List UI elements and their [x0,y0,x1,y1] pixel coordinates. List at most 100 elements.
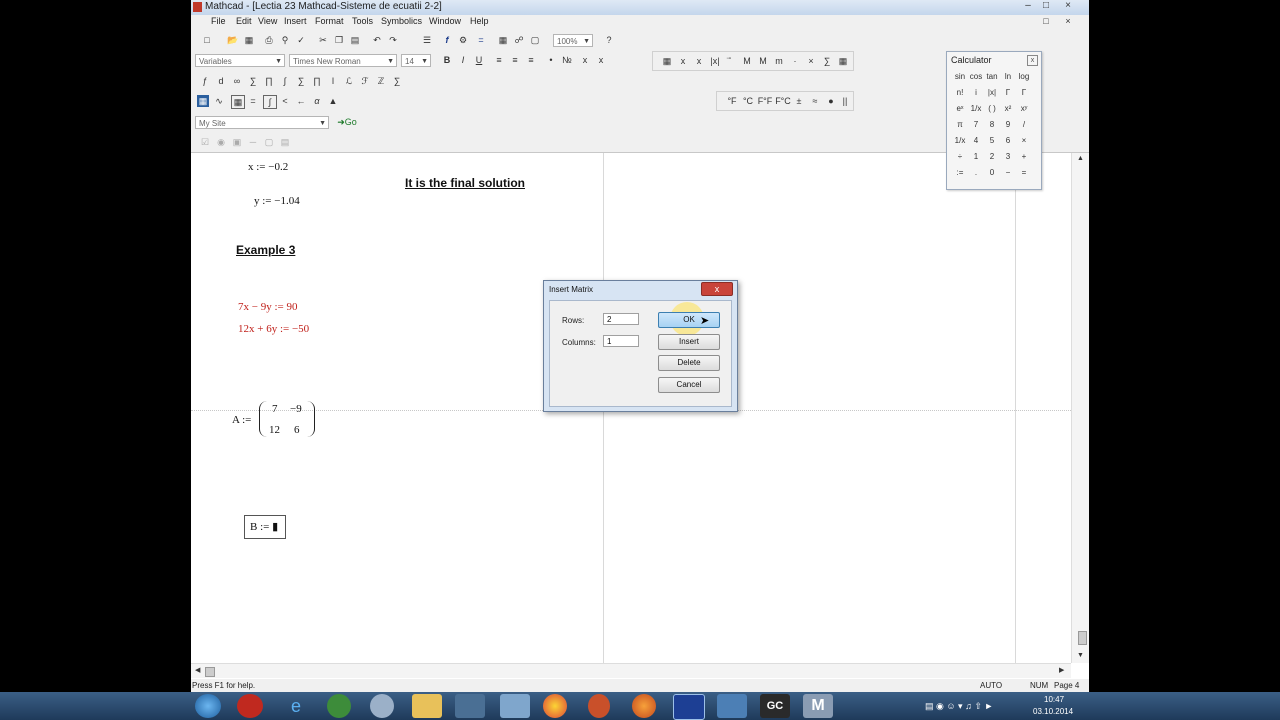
menu-edit[interactable]: Edit [236,16,252,26]
save-icon[interactable]: ▦ [243,34,255,46]
scroll-thumb[interactable] [1078,631,1087,645]
x-assignment[interactable]: x := −0.2 [248,161,288,173]
numbering-icon[interactable]: № [561,54,573,66]
internet-explorer-icon[interactable]: e [281,694,311,718]
firefox-icon[interactable] [632,694,656,718]
integral-icon[interactable]: ∫ [279,75,291,87]
scroll-left-icon[interactable]: ◀ [195,666,200,674]
resources-combo[interactable]: My Site ▼ [195,116,329,129]
utorrent-icon[interactable] [327,694,351,718]
calculator-key[interactable]: ( ) [984,102,1000,116]
maximize-button[interactable]: □ [1037,0,1055,12]
calculator-key[interactable]: eˣ [952,102,968,116]
menu-tools[interactable]: Tools [352,16,373,26]
calculator-key[interactable]: 5 [984,134,1000,148]
unit-delta-F[interactable]: F°F [757,95,773,107]
calculator-key[interactable]: Γ [1016,86,1032,100]
evaluation-palette-icon[interactable]: = [247,95,259,107]
menu-symbolics[interactable]: Symbolics [381,16,422,26]
minimize-button[interactable]: – [1019,0,1037,12]
calculator-key[interactable]: := [952,166,968,180]
approx-button[interactable]: ≈ [809,95,821,107]
zoom-combo[interactable]: 100% ▼ [553,34,593,47]
unit-delta-C[interactable]: F°C [775,95,791,107]
help-icon[interactable]: ? [603,34,615,46]
equation-2[interactable]: 12x + 6y := −50 [238,323,309,335]
button-control-icon[interactable]: ▣ [231,136,243,148]
calculator-key[interactable]: n! [952,86,968,100]
unit-degC[interactable]: °C [741,95,755,107]
transpose-icon[interactable]: M [757,55,769,67]
textbox-control-icon[interactable]: ▢ [263,136,275,148]
scroll-down-icon[interactable]: ▼ [1077,652,1084,659]
print-preview-icon[interactable]: ⚲ [279,34,291,46]
doc-close-button[interactable]: × [1059,16,1077,28]
calculator-key[interactable]: ln [1000,70,1016,84]
align-right-icon[interactable]: ≡ [525,54,537,66]
menu-window[interactable]: Window [429,16,461,26]
style-combo[interactable]: Variables ▼ [195,54,285,67]
close-window-button[interactable]: × [1059,0,1077,12]
app-icon-blue[interactable] [673,694,705,720]
calculator-key[interactable]: Γ [1000,86,1016,100]
cross-product-icon[interactable]: × [805,55,817,67]
start-button-icon[interactable] [195,694,221,718]
graph-palette-icon[interactable]: ∿ [213,95,225,107]
derivative-icon[interactable]: d [215,75,227,87]
sum-range-icon[interactable]: ∑ [295,75,307,87]
symbolic-palette-icon[interactable]: ▲ [327,95,339,107]
insert-region-icon[interactable]: ▢ [529,34,541,46]
open-icon[interactable]: 📂 [227,34,239,46]
network-app-icon[interactable] [370,694,394,718]
insert-hyperlink-icon[interactable]: ☍ [513,34,525,46]
matrix-A-label[interactable]: A := [232,414,251,426]
inverse-icon[interactable]: x [693,55,705,67]
unit-degF[interactable]: °F [725,95,739,107]
redo-icon[interactable]: ↷ [387,34,399,46]
app-icon-red[interactable] [588,694,610,718]
copy-icon[interactable]: ❐ [333,34,345,46]
matrix-A[interactable]: 7 −9 12 6 [259,401,315,437]
underline-button[interactable]: U [473,54,485,66]
calculator-key[interactable]: |x| [984,86,1000,100]
menu-help[interactable]: Help [470,16,489,26]
equation-1[interactable]: 7x − 9y := 90 [238,301,297,313]
insert-unit-icon[interactable]: ⚙ [457,34,469,46]
opera-icon[interactable] [237,694,263,718]
calculator-key[interactable]: + [1016,150,1032,164]
insert-component-icon[interactable]: ▦ [497,34,509,46]
columns-input[interactable]: 1 [603,335,639,347]
doc-restore-button[interactable]: □ [1037,16,1055,28]
calculator-key[interactable]: 3 [1000,150,1016,164]
menu-view[interactable]: View [258,16,277,26]
fourier-icon[interactable]: ℱ [359,75,371,87]
spellcheck-icon[interactable]: ✓ [295,34,307,46]
menu-format[interactable]: Format [315,16,344,26]
scroll-up-icon[interactable]: ▲ [1077,155,1084,162]
cancel-button[interactable]: Cancel [658,377,720,393]
delete-button[interactable]: Delete [658,355,720,371]
calculator-key[interactable]: xʸ [1016,102,1032,116]
menu-file[interactable]: File [211,16,226,26]
greek-palette-icon[interactable]: α [311,95,323,107]
calculator-key[interactable]: sin [952,70,968,84]
calculator-app-icon[interactable] [717,694,747,718]
subscript-index-icon[interactable]: x [677,55,689,67]
vertical-scrollbar[interactable]: ▲ ▼ [1071,153,1089,663]
laplace-icon[interactable]: ℒ [343,75,355,87]
column-icon[interactable]: M [741,55,753,67]
range-icon[interactable]: m [773,55,785,67]
bullets-icon[interactable]: • [545,54,557,66]
mathcad-taskbar-icon[interactable]: M [803,694,833,718]
gc-app-icon[interactable]: GC [760,694,790,718]
go-button[interactable]: ➜Go [335,116,359,128]
vector-sum-palette-icon[interactable]: ∑ [821,55,833,67]
italic-button[interactable]: I [457,54,469,66]
vector-sum-icon[interactable]: ∑ [391,75,403,87]
listbox-control-icon[interactable]: ▤ [279,136,291,148]
calculator-key[interactable]: i [968,86,984,100]
calculator-key[interactable]: tan [984,70,1000,84]
calculus-palette-icon[interactable]: ∫ [263,95,277,109]
checkbox-control-icon[interactable]: ☑ [199,136,211,148]
calculate-icon[interactable]: = [475,34,487,46]
